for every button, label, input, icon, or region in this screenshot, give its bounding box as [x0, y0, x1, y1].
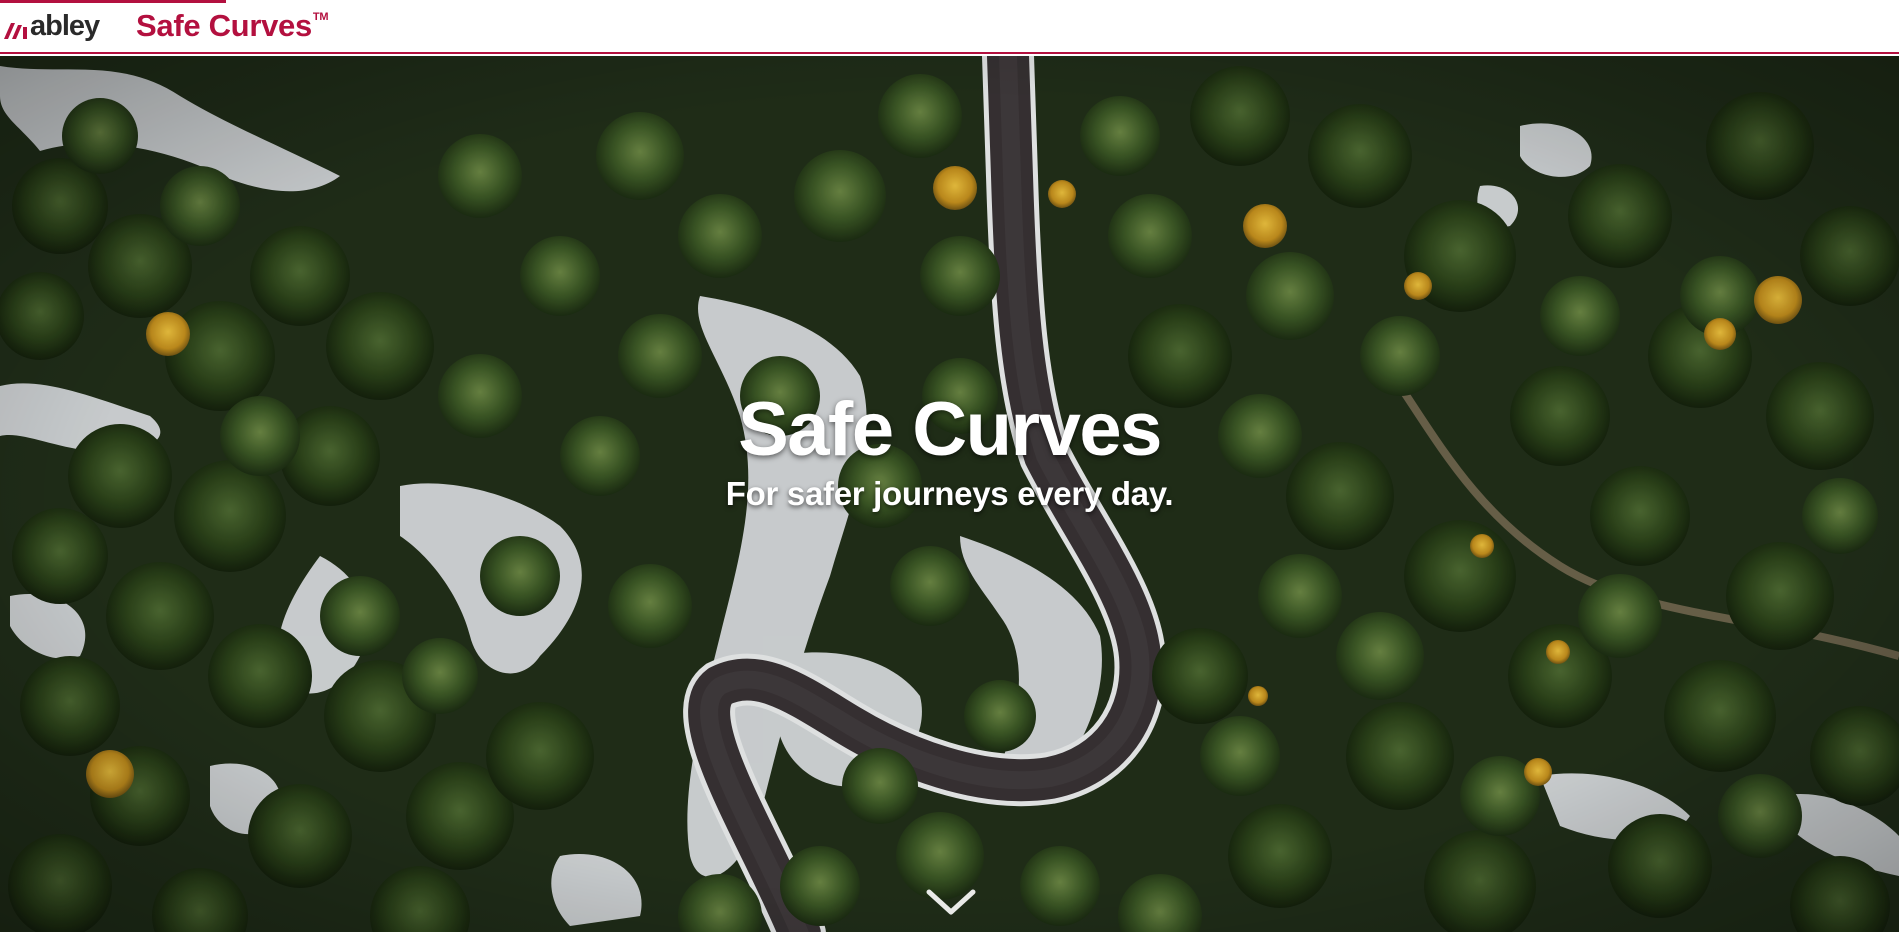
- trademark-symbol: TM: [312, 11, 329, 23]
- hero-subtitle: For safer journeys every day.: [725, 475, 1174, 512]
- hero-section: Safe Curves For safer journeys every day…: [0, 56, 1899, 934]
- site-header: abley Safe CurvesTM: [0, 0, 1899, 54]
- abley-logo-text: abley: [30, 9, 100, 42]
- scroll-down-button[interactable]: [923, 884, 979, 920]
- header-accent-bar: [0, 0, 226, 3]
- product-title: Safe Curves: [136, 8, 312, 43]
- hero-title: Safe Curves: [738, 387, 1162, 472]
- abley-logo-link[interactable]: abley: [4, 9, 100, 43]
- chevron-down-icon: [926, 889, 976, 915]
- product-title-link[interactable]: Safe CurvesTM: [136, 8, 329, 44]
- abley-logo-mark-icon: [4, 23, 27, 39]
